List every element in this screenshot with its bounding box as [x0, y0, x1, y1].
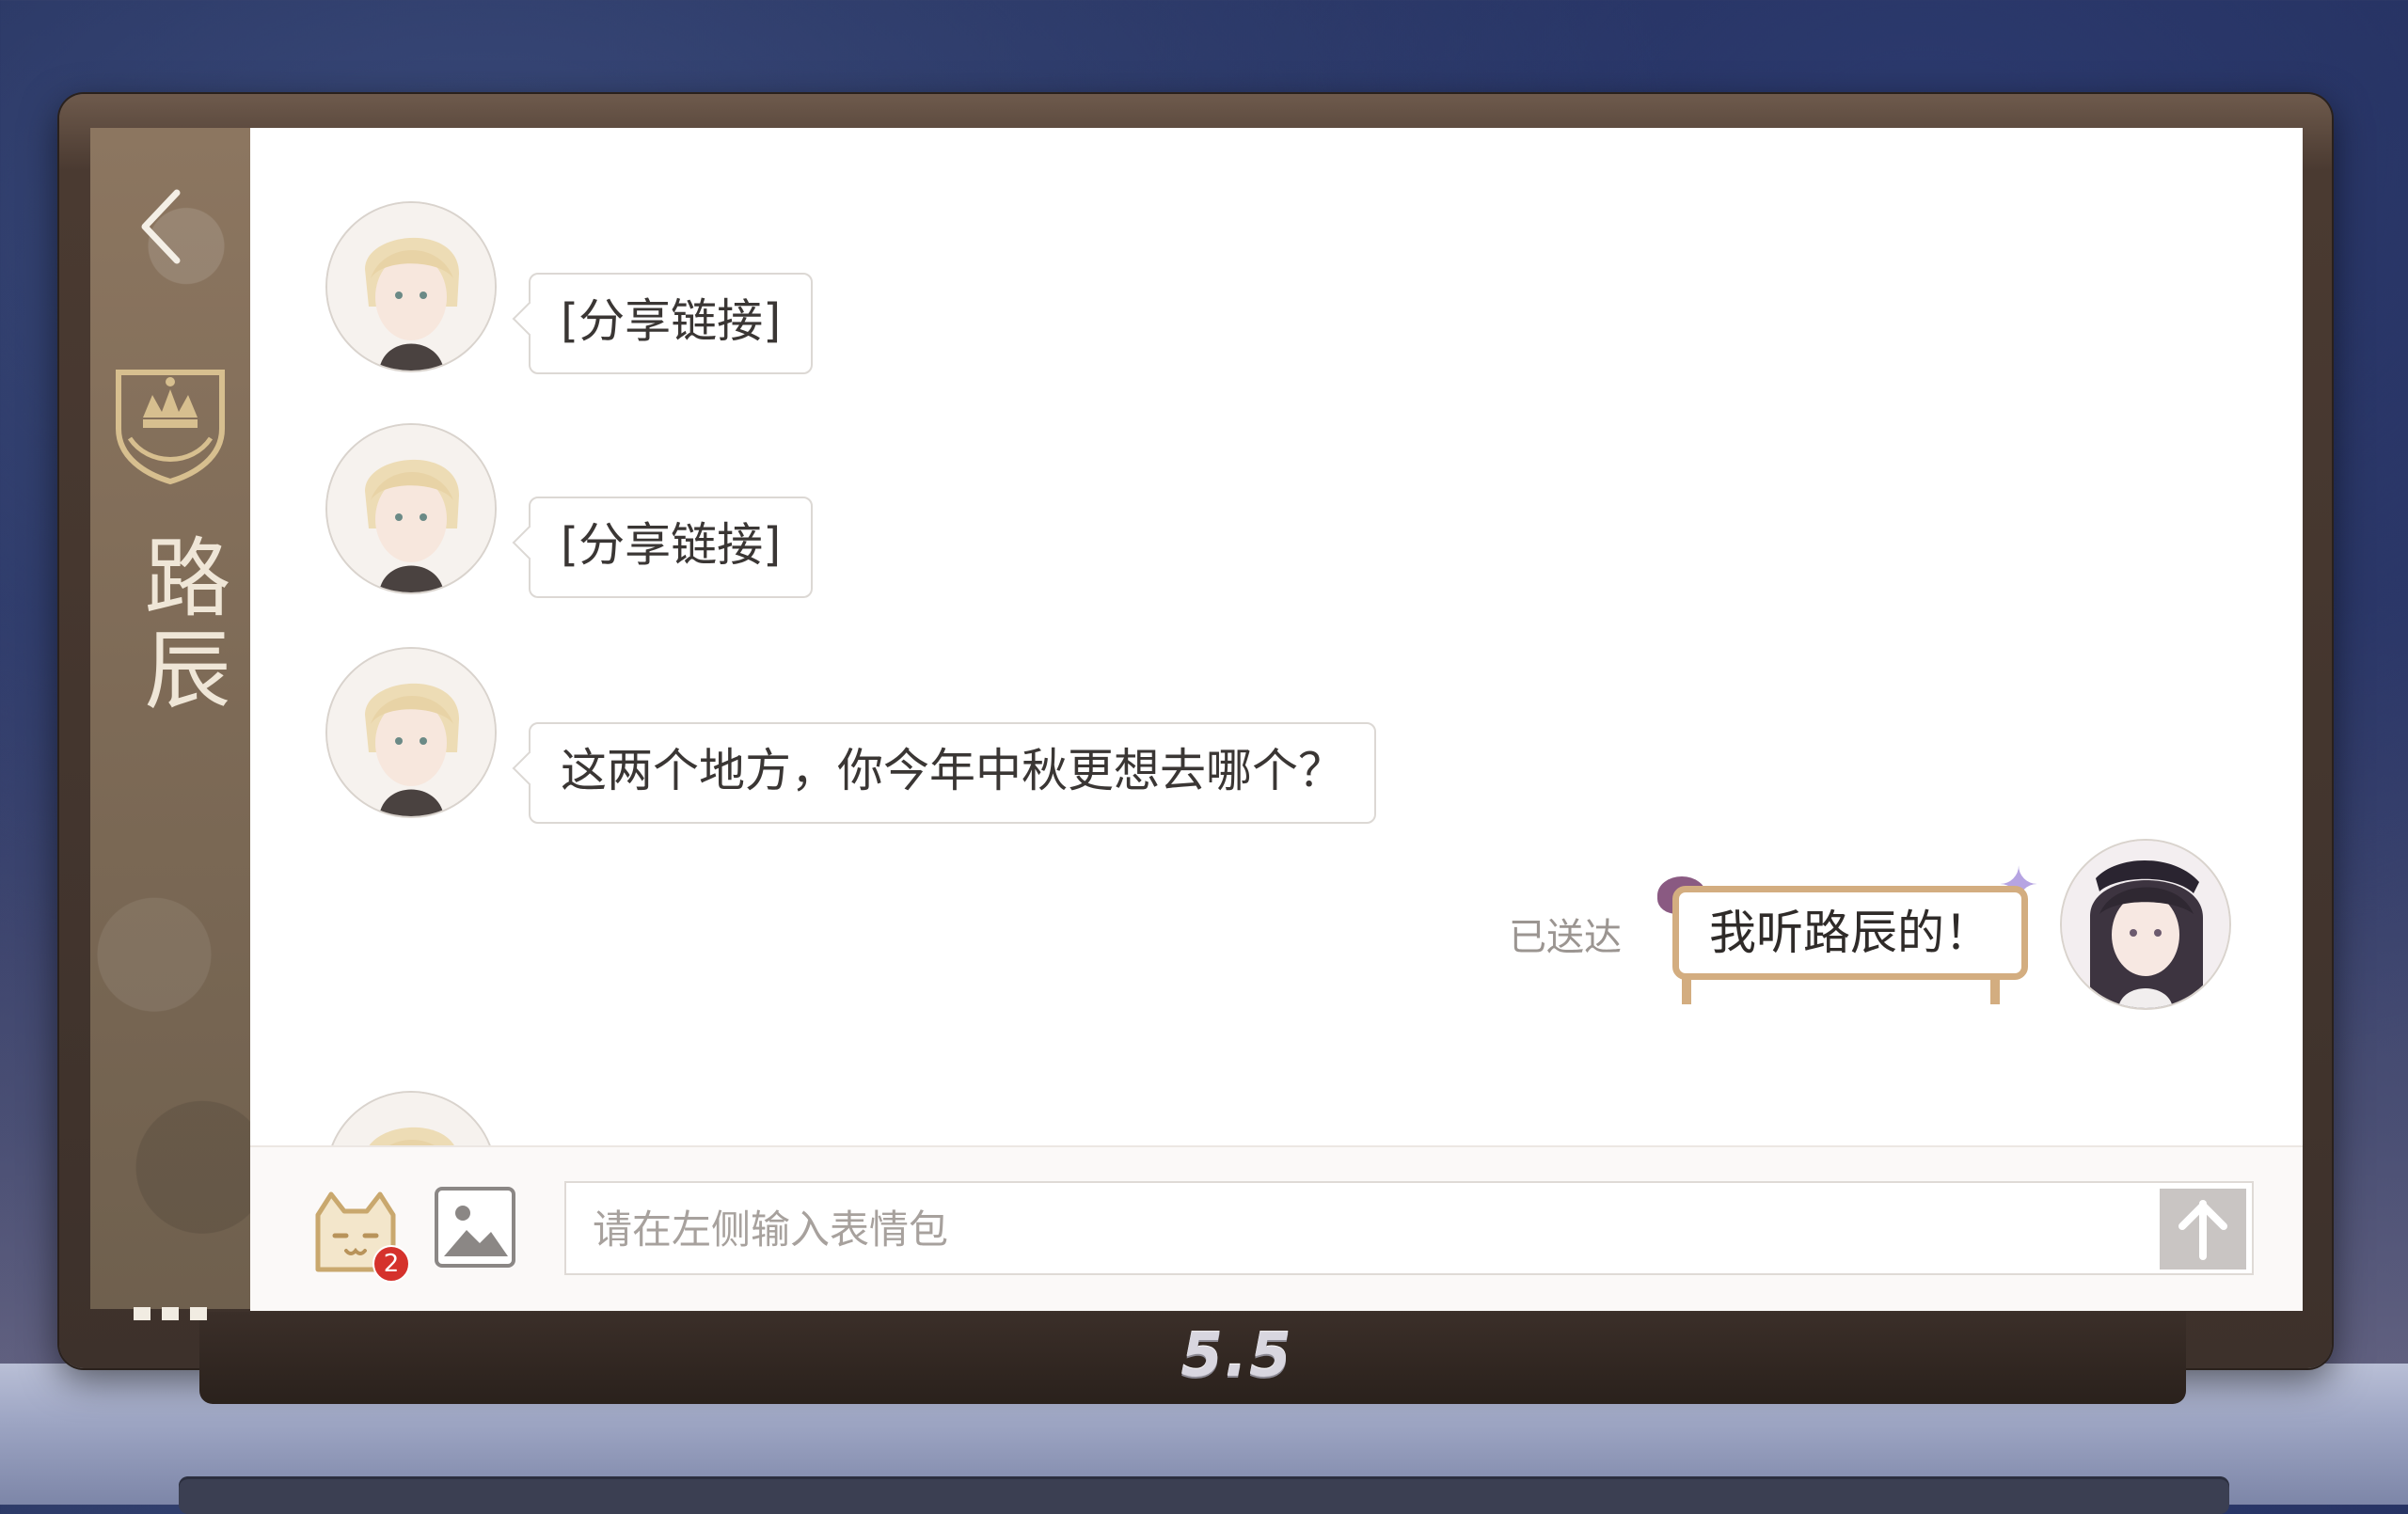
- keyboard: [179, 1476, 2229, 1514]
- chevron-left-icon: [141, 189, 181, 264]
- back-button[interactable]: [128, 184, 194, 269]
- dot-icon: [162, 1307, 179, 1320]
- image-icon: [444, 1206, 508, 1256]
- message-bubble[interactable]: 这两个地方，你今年中秋更想去哪个？: [529, 722, 1377, 824]
- delivery-status: 已送达: [1509, 916, 1622, 959]
- contact-avatar[interactable]: [325, 201, 497, 372]
- input-bar: 2: [250, 1145, 2303, 1311]
- message-bubble[interactable]: [分享链接]: [529, 497, 814, 598]
- image-button[interactable]: [435, 1187, 515, 1268]
- chat-pane: [分享链接] [分享链接] 这两个地方，你今年中秋更想去哪个？ 已送达 ✦ 我听…: [250, 128, 2303, 1309]
- device-logo: 5.5: [1180, 1321, 1293, 1391]
- contact-name: 路辰: [130, 532, 230, 717]
- dot-icon: [134, 1307, 150, 1320]
- contact-avatar[interactable]: [325, 423, 497, 594]
- bubble-leg: [1682, 978, 1691, 1004]
- crest-icon: [111, 363, 230, 485]
- my-message-bubble[interactable]: 我听路辰的！: [1672, 886, 2028, 980]
- chat-sidebar: 路辰: [90, 128, 250, 1320]
- send-button[interactable]: [2160, 1189, 2246, 1270]
- message-input[interactable]: [566, 1183, 2175, 1275]
- laptop-hinge: 5.5: [199, 1312, 2186, 1404]
- arrow-up-icon: [2178, 1200, 2227, 1260]
- more-options-button[interactable]: [128, 1300, 213, 1328]
- sticker-badge: 2: [372, 1245, 410, 1283]
- message-input-box: [564, 1181, 2254, 1275]
- my-avatar[interactable]: [2060, 839, 2231, 1010]
- dot-icon: [190, 1307, 207, 1320]
- contact-avatar[interactable]: [325, 647, 497, 818]
- bubble-leg: [1990, 978, 2000, 1004]
- message-bubble[interactable]: [分享链接]: [529, 273, 814, 374]
